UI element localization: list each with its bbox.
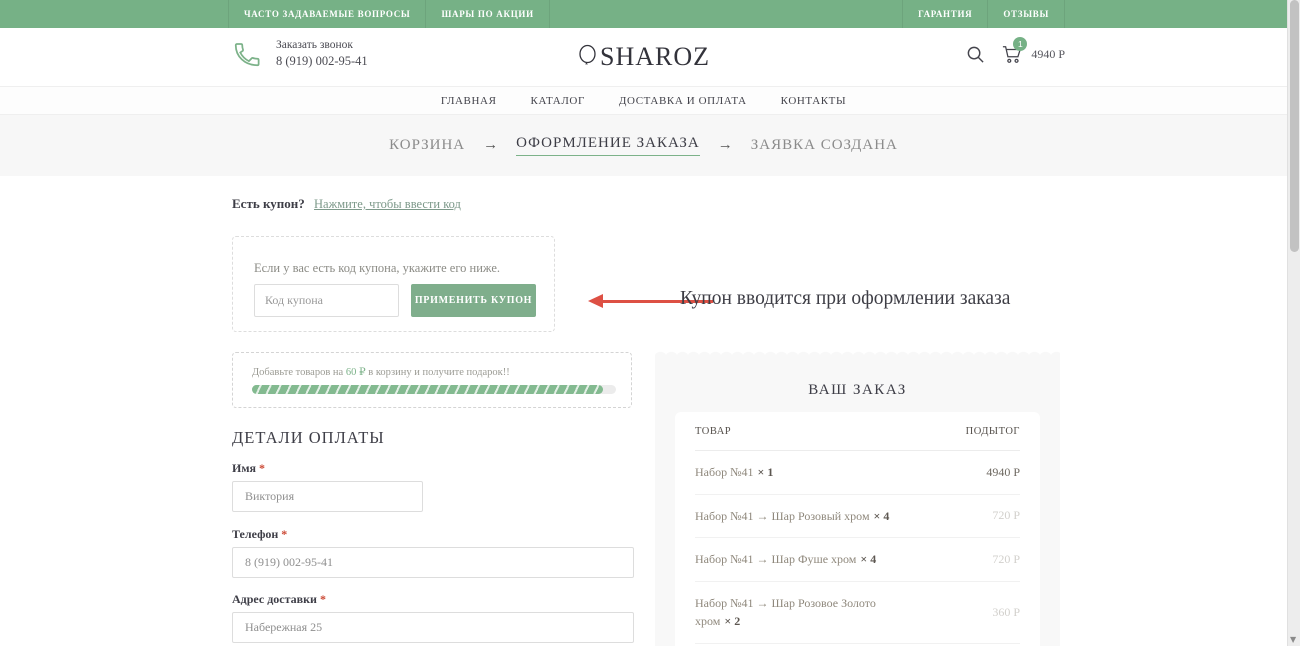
order-item-qty: × 2 bbox=[724, 614, 740, 628]
topbar-item-faq[interactable]: ЧАСТО ЗАДАВАЕМЫЕ ВОПРОСЫ bbox=[228, 0, 425, 28]
gift-text-suffix: в корзину и получите подарок!! bbox=[366, 367, 510, 378]
topbar-left-menu: ЧАСТО ЗАДАВАЕМЫЕ ВОПРОСЫ ШАРЫ ПО АКЦИИ bbox=[228, 0, 550, 28]
address-label-text: Адрес доставки bbox=[232, 592, 317, 606]
header-right-tools: 1 4940 Р bbox=[966, 44, 1065, 64]
product-column-header: ТОВАР bbox=[695, 426, 731, 437]
nav-item-contacts[interactable]: КОНТАКТЫ bbox=[781, 95, 847, 107]
order-item-qty: × 1 bbox=[758, 465, 774, 479]
order-table-header: ТОВАР ПОДЫТОГ bbox=[695, 412, 1020, 451]
name-label-text: Имя bbox=[232, 461, 256, 475]
coupon-toggle-link[interactable]: Нажмите, чтобы ввести код bbox=[314, 197, 461, 211]
order-item-name: Набор №41 → Шар Розовое Золото хром bbox=[695, 596, 876, 629]
gift-progress-track bbox=[252, 385, 616, 394]
site-header: Заказать звонок 8 (919) 002-95-41 SHAROZ bbox=[0, 28, 1287, 86]
order-row: Набор №41 → Шар Розовый хром × 4 720 Р bbox=[695, 495, 1020, 539]
order-item-qty: × 4 bbox=[860, 552, 876, 566]
address-field-label: Адрес доставки * bbox=[232, 592, 326, 607]
gift-amount: 60 ₽ bbox=[346, 367, 366, 378]
topbar-item-warranty[interactable]: ГАРАНТИЯ bbox=[902, 0, 987, 28]
step-arrow-icon: → bbox=[483, 137, 498, 154]
order-item-name: Набор №41 → Шар Фуше хром bbox=[695, 552, 856, 566]
gift-banner-text: Добавьте товаров на 60 ₽ в корзину и пол… bbox=[252, 366, 510, 378]
order-item-price: 720 Р bbox=[992, 508, 1020, 523]
coupon-toggle-line: Есть купон? Нажмите, чтобы ввести код bbox=[232, 196, 461, 212]
coupon-form-box: Если у вас есть код купона, укажите его … bbox=[232, 236, 555, 332]
cart-count-badge: 1 bbox=[1013, 37, 1027, 51]
coupon-hint-text: Если у вас есть код купона, укажите его … bbox=[254, 261, 500, 276]
step-arrow-icon: → bbox=[718, 137, 733, 154]
nav-item-home[interactable]: ГЛАВНАЯ bbox=[441, 95, 497, 107]
page-scrollbar[interactable]: ▼ bbox=[1287, 0, 1300, 646]
subtotal-column-header: ПОДЫТОГ bbox=[966, 426, 1020, 437]
site-logo[interactable]: SHAROZ bbox=[577, 42, 710, 72]
header-phone-number[interactable]: 8 (919) 002-95-41 bbox=[276, 54, 368, 69]
annotation-text: Купон вводится при оформлении заказа bbox=[680, 288, 1010, 310]
gift-text-prefix: Добавьте товаров на bbox=[252, 367, 346, 378]
phone-field[interactable] bbox=[232, 547, 634, 578]
step-checkout-current: ОФОРМЛЕНИЕ ЗАКАЗА bbox=[516, 135, 700, 156]
phone-icon bbox=[232, 39, 262, 69]
cart-button[interactable]: 1 4940 Р bbox=[1001, 44, 1065, 64]
gift-progress-fill bbox=[252, 385, 603, 394]
step-cart[interactable]: КОРЗИНА bbox=[389, 137, 465, 154]
top-utility-bar: ЧАСТО ЗАДАВАЕМЫЕ ВОПРОСЫ ШАРЫ ПО АКЦИИ Г… bbox=[0, 0, 1287, 28]
name-field[interactable] bbox=[232, 481, 423, 512]
order-row: Набор №41 → Шар Фуше хром × 4 720 Р bbox=[695, 538, 1020, 582]
coupon-question-label: Есть купон? bbox=[232, 196, 305, 211]
required-asterisk: * bbox=[281, 527, 287, 541]
order-row: Набор №41 × 1 4940 Р bbox=[695, 451, 1020, 495]
main-nav: ГЛАВНАЯ КАТАЛОГ ДОСТАВКА И ОПЛАТА КОНТАК… bbox=[0, 86, 1287, 115]
scrollbar-down-arrow-icon[interactable]: ▼ bbox=[1290, 635, 1296, 644]
order-item-price: 720 Р bbox=[992, 552, 1020, 567]
order-summary-title: ВАШ ЗАКАЗ bbox=[655, 382, 1060, 399]
checkout-page: ЧАСТО ЗАДАВАЕМЫЕ ВОПРОСЫ ШАРЫ ПО АКЦИИ Г… bbox=[0, 0, 1300, 646]
order-item-price: 4940 Р bbox=[986, 465, 1020, 480]
name-field-label: Имя * bbox=[232, 461, 265, 476]
billing-details-title: ДЕТАЛИ ОПЛАТЫ bbox=[232, 428, 385, 448]
checkout-steps-band: КОРЗИНА → ОФОРМЛЕНИЕ ЗАКАЗА → ЗАЯВКА СОЗ… bbox=[0, 115, 1287, 176]
call-request-block[interactable]: Заказать звонок 8 (919) 002-95-41 bbox=[232, 39, 368, 69]
order-item-name: Набор №41 → Шар Розовый хром bbox=[695, 509, 870, 523]
address-field[interactable] bbox=[232, 612, 634, 643]
apply-coupon-button[interactable]: ПРИМЕНИТЬ КУПОН bbox=[411, 284, 536, 317]
order-summary-card: ТОВАР ПОДЫТОГ Набор №41 × 1 4940 Р Набор … bbox=[675, 412, 1040, 646]
scrollbar-thumb[interactable] bbox=[1290, 0, 1299, 252]
order-row: Набор №41 → Шар Розовое Золото хром× 2 3… bbox=[695, 582, 1020, 644]
topbar-right-menu: ГАРАНТИЯ ОТЗЫВЫ bbox=[902, 0, 1065, 28]
logo-text: SHAROZ bbox=[600, 42, 710, 72]
search-icon[interactable] bbox=[966, 45, 985, 64]
coupon-code-input[interactable] bbox=[254, 284, 399, 317]
cart-total: 4940 Р bbox=[1031, 47, 1065, 62]
call-request-label[interactable]: Заказать звонок bbox=[276, 39, 368, 51]
topbar-item-promo-balloons[interactable]: ШАРЫ ПО АКЦИИ bbox=[425, 0, 549, 28]
order-item-price: 360 Р bbox=[992, 605, 1020, 620]
topbar-item-reviews[interactable]: ОТЗЫВЫ bbox=[987, 0, 1065, 28]
phone-label-text: Телефон bbox=[232, 527, 278, 541]
gift-progress-banner: Добавьте товаров на 60 ₽ в корзину и пол… bbox=[232, 352, 632, 408]
phone-field-label: Телефон * bbox=[232, 527, 287, 542]
order-item-qty: × 4 bbox=[874, 509, 890, 523]
step-order-created: ЗАЯВКА СОЗДАНА bbox=[751, 137, 898, 154]
required-asterisk: * bbox=[320, 592, 326, 606]
order-item-name: Набор №41 bbox=[695, 465, 754, 479]
nav-item-delivery[interactable]: ДОСТАВКА И ОПЛАТА bbox=[619, 95, 747, 107]
call-texts: Заказать звонок 8 (919) 002-95-41 bbox=[276, 39, 368, 69]
required-asterisk: * bbox=[259, 461, 265, 475]
nav-item-catalog[interactable]: КАТАЛОГ bbox=[531, 95, 585, 107]
balloon-logo-icon bbox=[577, 42, 599, 72]
